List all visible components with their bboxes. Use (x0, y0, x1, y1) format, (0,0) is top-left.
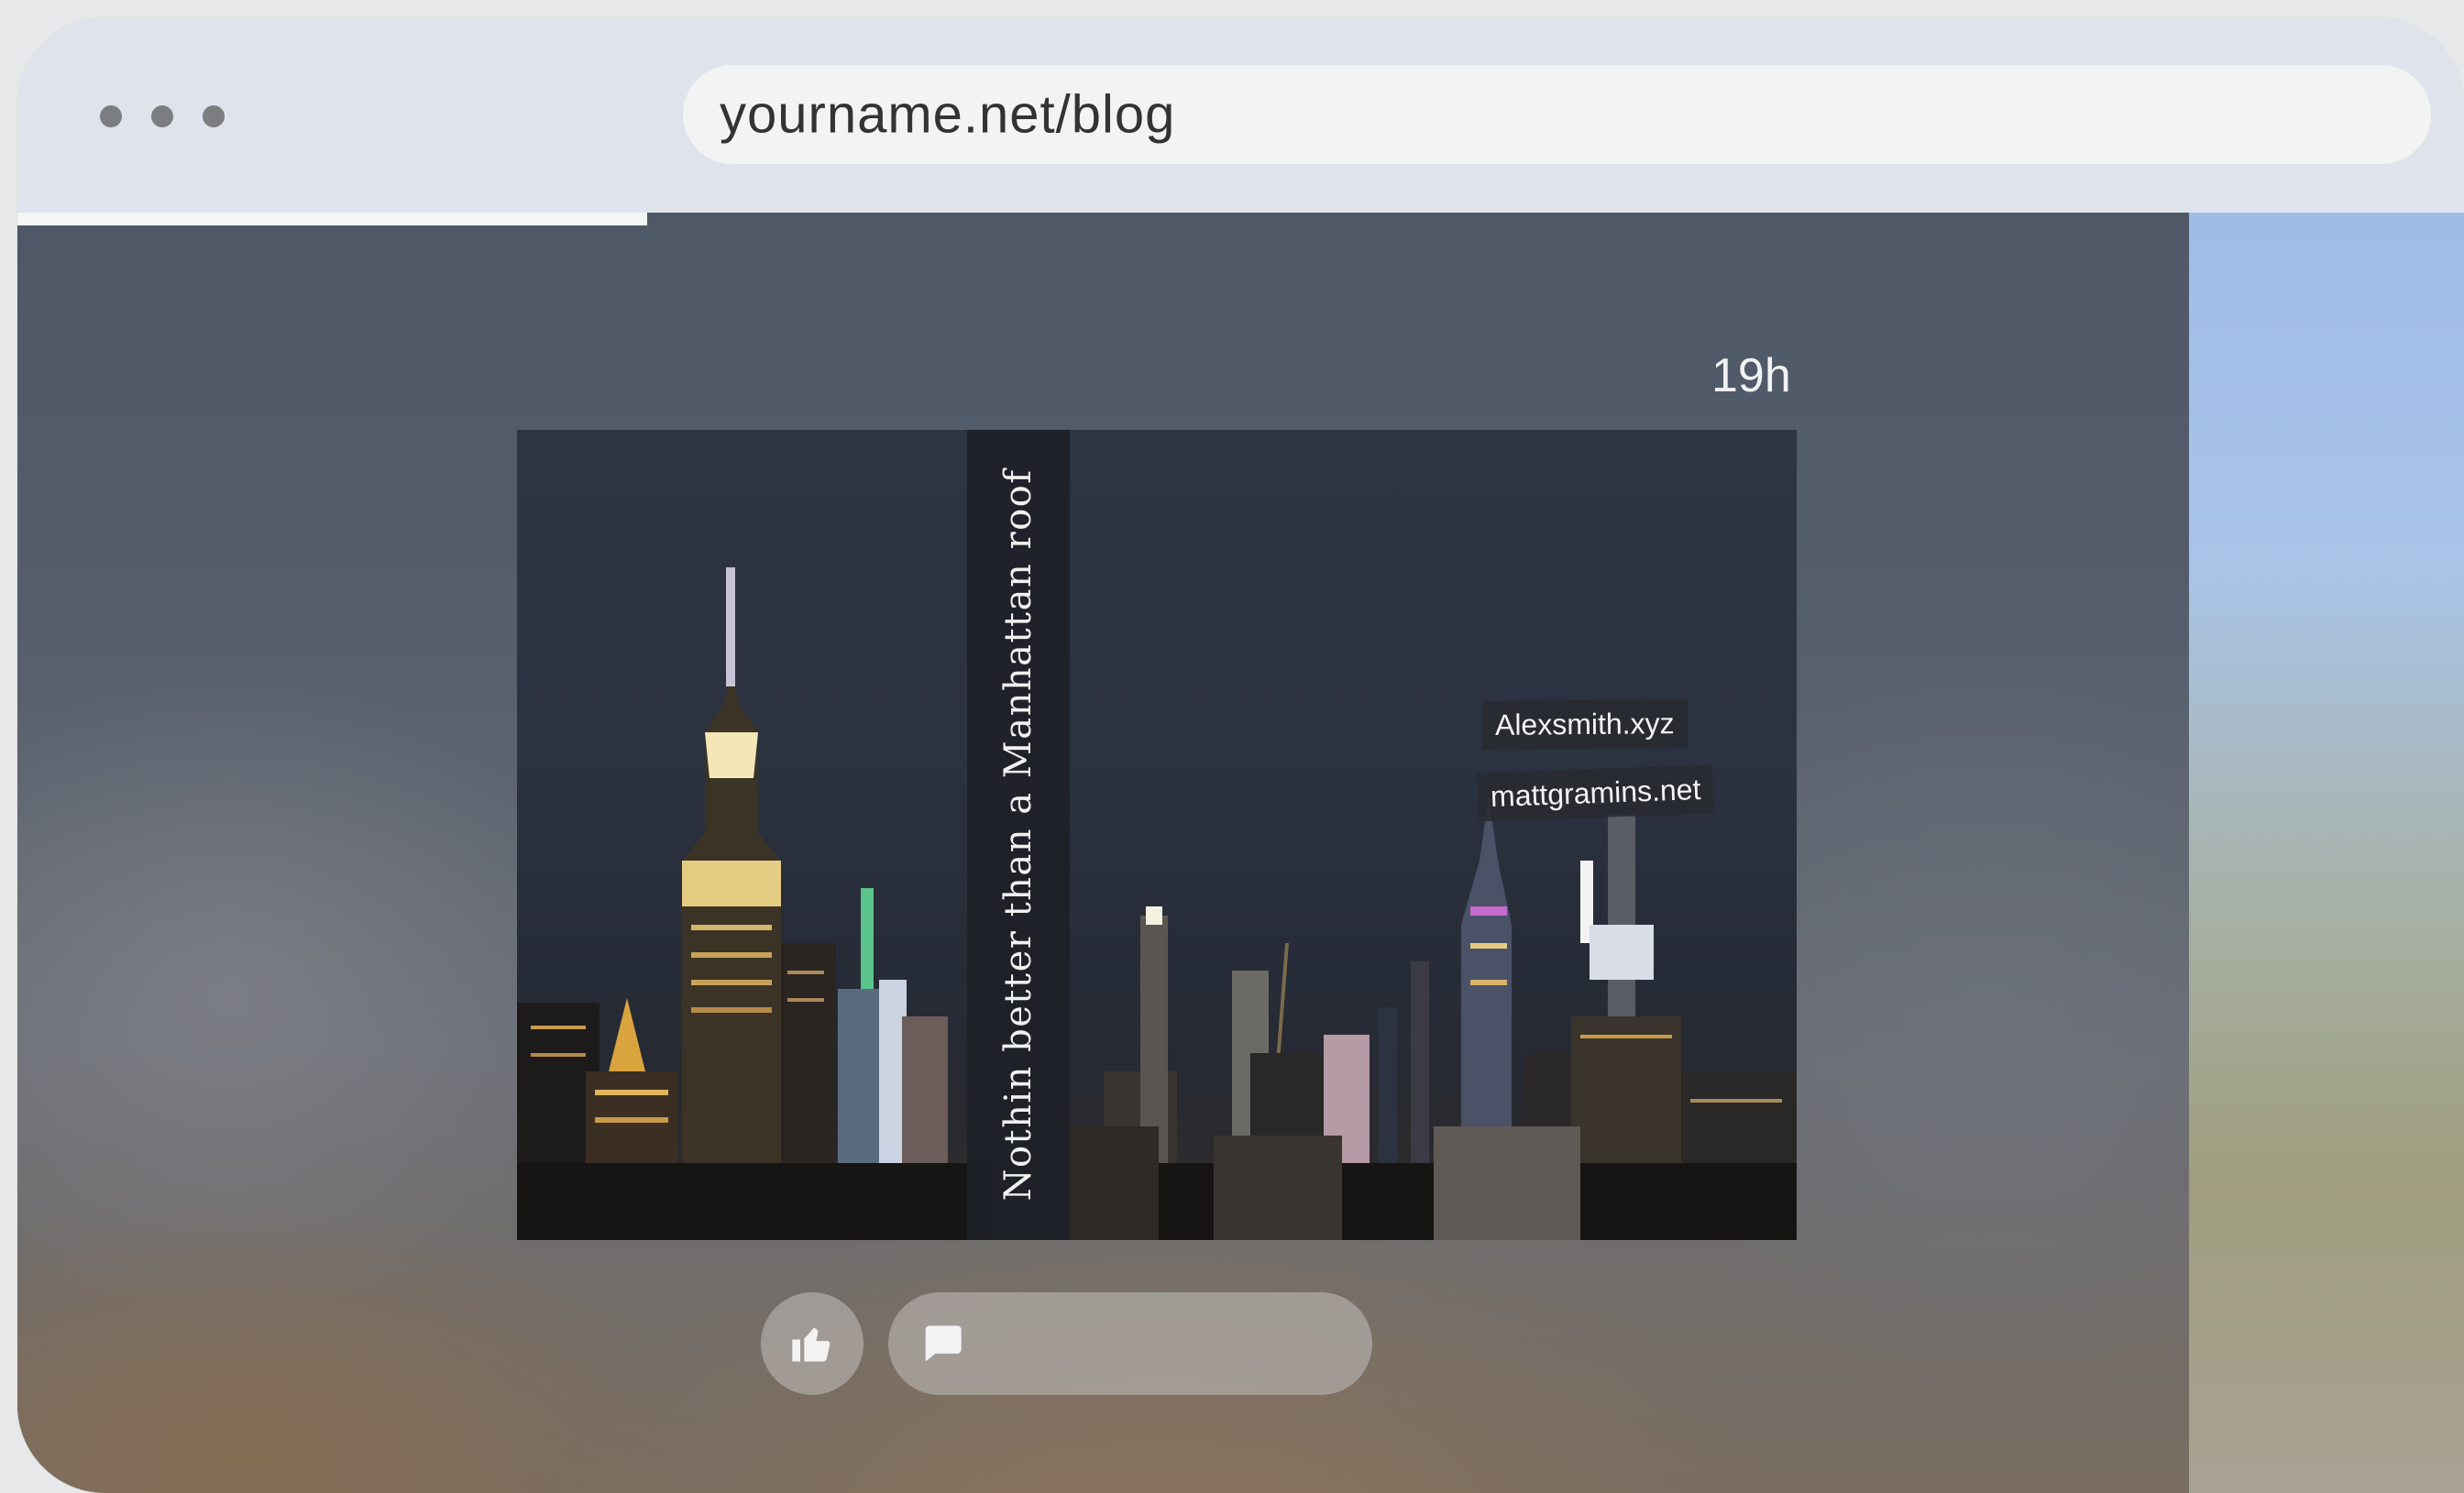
photo-caption: Nothin better than a Manhattan roof (997, 468, 1040, 1202)
page-content: 19h Nothin better than a Manhattan roof … (17, 213, 2189, 1493)
skyline-image (517, 567, 1797, 1240)
post-timestamp: 19h (1711, 349, 1791, 402)
window-control-dot[interactable] (100, 105, 122, 127)
address-bar[interactable]: yourname.net/blog (683, 65, 2431, 164)
browser-window: yourname.net/blog 19h Nothin better than… (17, 17, 2464, 1493)
window-controls (100, 105, 225, 127)
thumbs-up-icon (792, 1327, 830, 1362)
address-bar-url: yourname.net/blog (720, 84, 1176, 145)
window-control-dot[interactable] (151, 105, 173, 127)
window-control-dot[interactable] (203, 105, 225, 127)
page-progress-bar (17, 213, 2189, 225)
side-panel (2189, 213, 2464, 1493)
comment-input[interactable] (888, 1292, 1372, 1395)
comment-icon (925, 1325, 962, 1362)
post-photo[interactable]: Nothin better than a Manhattan roof Alex… (517, 430, 1797, 1240)
page-progress-fill (17, 213, 647, 225)
like-button[interactable] (761, 1292, 864, 1395)
photo-caption-band: Nothin better than a Manhattan roof (967, 430, 1070, 1240)
photo-tag[interactable]: mattgramins.net (1477, 764, 1715, 822)
title-bar: yourname.net/blog (17, 17, 2464, 213)
photo-tag[interactable]: Alexsmith.xyz (1481, 699, 1688, 750)
